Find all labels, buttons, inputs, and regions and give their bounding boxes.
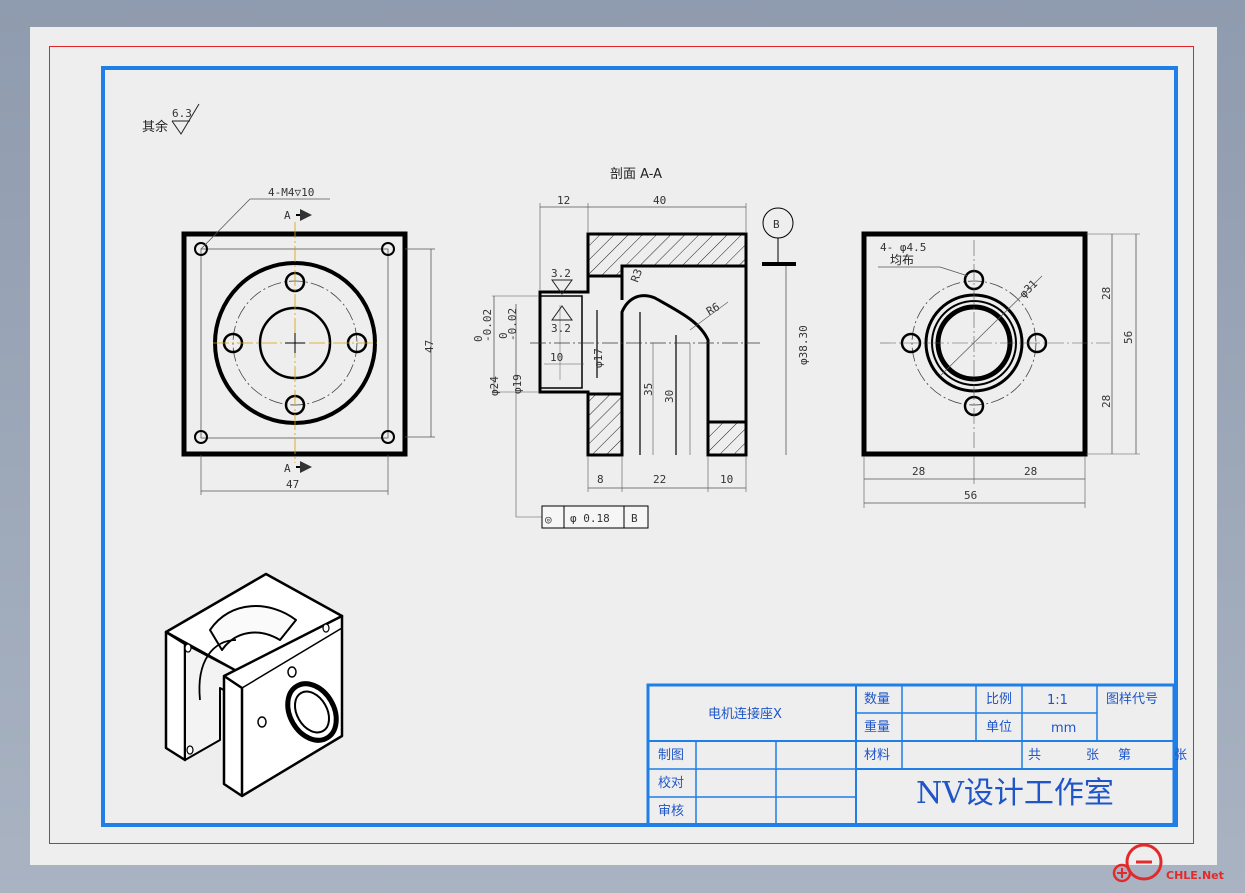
material-label: 材料 bbox=[864, 748, 890, 763]
section-dim-30: 30 bbox=[663, 390, 676, 403]
sheet-number-prefix: 第 bbox=[1118, 748, 1131, 763]
section-tol-phi24-lower: -0.02 bbox=[481, 309, 494, 342]
drawn-label: 制图 bbox=[658, 748, 684, 763]
studio-name: NV设计工作室 bbox=[916, 776, 1114, 811]
sheet-number-suffix: 张 bbox=[1174, 748, 1187, 763]
concentricity-icon: ◎ bbox=[545, 513, 552, 526]
quantity-label: 数量 bbox=[864, 692, 890, 707]
checked-label: 校对 bbox=[658, 775, 684, 791]
section-dim-10: 10 bbox=[550, 351, 563, 364]
section-dim-phi17: φ17 bbox=[592, 348, 605, 368]
sheets-total-suffix: 张 bbox=[1086, 748, 1099, 763]
tolerance-datum: B bbox=[631, 512, 638, 525]
part-name: 电机连接座X bbox=[708, 706, 782, 722]
datum-b-label: B bbox=[773, 218, 780, 231]
side-view: φ31 4- φ4.5 均布 28 56 28 28 28 56 bbox=[861, 231, 1140, 508]
front-dim-width: 47 bbox=[286, 478, 299, 491]
side-dim-right-56: 56 bbox=[1122, 331, 1135, 344]
section-dim-phi24: φ24 bbox=[488, 376, 501, 396]
watermark-text: CHLE.Net bbox=[1166, 869, 1224, 882]
scale-value: 1:1 bbox=[1047, 693, 1068, 708]
thread-note: 4-M4▽10 bbox=[268, 186, 314, 199]
side-dim-right-28-bottom: 28 bbox=[1100, 395, 1113, 408]
surface-finish-value: 6.3 bbox=[172, 107, 192, 120]
section-dim-phi19: φ19 bbox=[511, 374, 524, 394]
front-view: 4-M4▽10 A A 47 47 bbox=[181, 186, 436, 495]
drawing-code-label: 图样代号 bbox=[1106, 692, 1158, 707]
roughness-2: 3.2 bbox=[551, 322, 571, 335]
side-dim-bottom-56: 56 bbox=[964, 489, 977, 502]
section-tol-phi19-lower: -0.02 bbox=[506, 308, 519, 341]
scale-label: 比例 bbox=[986, 692, 1012, 707]
title-block-text: 电机连接座X 数量 重量 比例 1:1 图样代号 单位 mm 材料 共 张 第 … bbox=[658, 692, 1187, 819]
unit-label: 单位 bbox=[986, 720, 1012, 735]
sheets-total-prefix: 共 bbox=[1028, 748, 1041, 763]
section-dim-bottom-8: 8 bbox=[597, 473, 604, 486]
side-dim-bottom-28-left: 28 bbox=[912, 465, 925, 478]
section-dim-top-12: 12 bbox=[557, 194, 570, 207]
surface-finish-note: 其余 6.3 bbox=[142, 103, 200, 135]
watermark: CHLE.Net bbox=[1112, 843, 1224, 883]
isometric-view bbox=[164, 572, 344, 798]
section-dim-r3: R3 bbox=[628, 267, 645, 284]
section-title: 剖面 A-A bbox=[610, 167, 662, 182]
section-dim-bottom-22: 22 bbox=[653, 473, 666, 486]
roughness-2-icon bbox=[551, 305, 573, 321]
section-view: 剖面 A-A 12 40 8 22 10 φ24 0 -0.02 φ19 0 -… bbox=[472, 167, 810, 529]
section-mark-top: A bbox=[284, 209, 291, 222]
side-hole-note-2: 均布 bbox=[890, 253, 914, 267]
surface-finish-prefix: 其余 bbox=[142, 119, 168, 135]
tolerance-value: φ 0.18 bbox=[570, 512, 610, 525]
approved-label: 审核 bbox=[658, 804, 684, 819]
weight-label: 重量 bbox=[864, 719, 890, 735]
section-dim-phi38: φ38.30 bbox=[797, 325, 810, 365]
technical-drawing: 其余 6.3 4-M4▽10 A A 47 47 剖面 A-A 12 40 8 … bbox=[142, 103, 1224, 883]
side-dim-bottom-28-right: 28 bbox=[1024, 465, 1037, 478]
side-dim-right-28-top: 28 bbox=[1100, 287, 1113, 300]
unit-value: mm bbox=[1051, 721, 1076, 736]
section-dim-r6: R6 bbox=[704, 300, 722, 318]
front-dim-height: 47 bbox=[423, 340, 436, 353]
roughness-1: 3.2 bbox=[551, 267, 571, 280]
section-dim-bottom-10: 10 bbox=[720, 473, 733, 486]
section-dim-top-40: 40 bbox=[653, 194, 666, 207]
section-mark-bottom: A bbox=[284, 462, 291, 475]
